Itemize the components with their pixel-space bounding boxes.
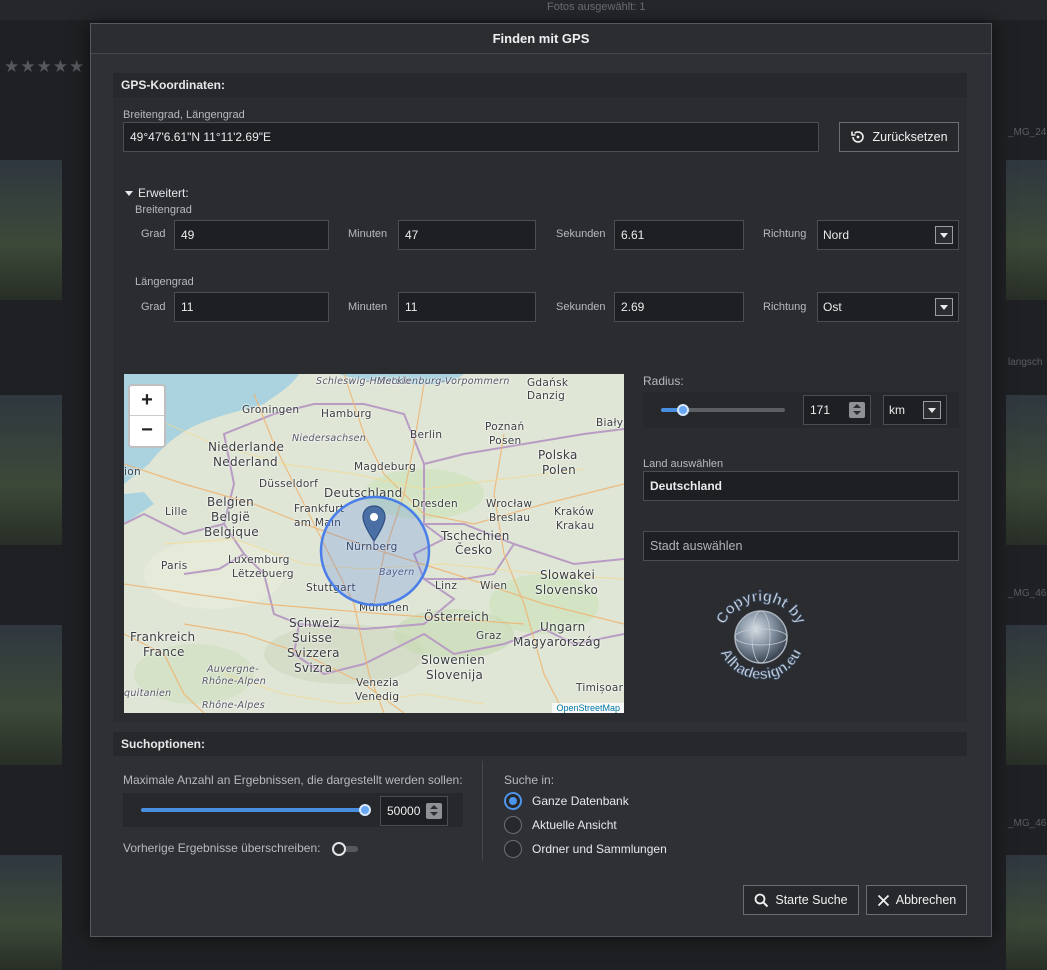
reset-button[interactable]: Zurücksetzen (839, 122, 959, 152)
overwrite-label: Vorherige Ergebnisse überschreiben: (123, 841, 321, 855)
copyright-seal: Copyright by Alhadesign.eu (713, 587, 810, 683)
thumbnail (0, 160, 62, 300)
coordinates-label: Breitengrad, Längengrad (123, 109, 245, 121)
chevron-down-icon (935, 226, 953, 244)
longitude-title: Längengrad (135, 276, 194, 288)
lon-degree-label: Grad (141, 301, 166, 313)
lat-degree-label: Grad (141, 228, 166, 240)
thumbnail (1006, 625, 1047, 765)
triangle-down-icon (125, 190, 133, 196)
lat-minutes-label: Minuten (348, 228, 388, 240)
country-label: Land auswählen (643, 458, 724, 470)
lon-direction-select[interactable]: Ost (817, 292, 959, 322)
lon-minutes-label: Minuten (348, 301, 388, 313)
radio-folders-collections-label[interactable]: Ordner und Sammlungen (532, 842, 667, 856)
stepper-icon[interactable] (426, 803, 442, 819)
zoom-in-button[interactable]: + (130, 386, 164, 416)
zoom-out-button[interactable]: − (130, 416, 164, 446)
close-icon (877, 894, 889, 906)
cancel-label: Abbrechen (895, 893, 957, 907)
thumbnail (1006, 160, 1047, 300)
radio-current-view-label[interactable]: Aktuelle Ansicht (532, 818, 617, 832)
lon-degree-input[interactable]: 11 (174, 292, 329, 322)
radius-value: 171 (810, 403, 831, 417)
lon-direction-label: Richtung (763, 301, 807, 313)
stepper-icon[interactable] (849, 402, 865, 418)
lat-seconds-label: Sekunden (556, 228, 606, 240)
divider (482, 761, 483, 861)
search-in-label: Suche in: (504, 773, 555, 787)
map-attribution[interactable]: OpenStreetMap (552, 703, 624, 713)
max-results-slider-handle[interactable] (359, 804, 371, 816)
overwrite-toggle[interactable] (332, 842, 358, 856)
thumbnail-label: _MG_46 (1008, 818, 1047, 829)
lat-direction-select[interactable]: Nord (817, 220, 959, 250)
country-select[interactable]: Deutschland (643, 471, 959, 501)
advanced-toggle[interactable]: Erweitert: (125, 186, 189, 200)
start-search-button[interactable]: Starte Suche (743, 885, 859, 915)
reset-label: Zurücksetzen (872, 130, 948, 144)
thumbnail-label: _MG_46 (1008, 588, 1047, 599)
radius-label: Radius: (643, 374, 684, 388)
lat-minutes-input[interactable]: 47 (398, 220, 536, 250)
chevron-down-icon (935, 298, 953, 316)
max-results-slider[interactable] (141, 804, 371, 816)
lon-minutes-input[interactable]: 11 (398, 292, 536, 322)
radius-unit-value: km (889, 403, 905, 417)
search-section-header: Suchoptionen: (113, 732, 967, 756)
max-results-slider-fill (141, 808, 365, 812)
reset-icon (851, 131, 865, 143)
advanced-label: Erweitert: (138, 186, 189, 200)
lat-direction-value: Nord (823, 228, 850, 242)
radio-whole-database[interactable] (504, 792, 522, 810)
max-results-label: Maximale Anzahl an Ergebnissen, die darg… (123, 773, 463, 787)
zoom-control: + − (128, 384, 166, 448)
radio-current-view[interactable] (504, 816, 522, 834)
coordinates-input[interactable]: 49°47'6.61"N 11°11'2.69"E (123, 122, 819, 152)
radius-input[interactable]: 171 (803, 395, 871, 425)
gps-search-dialog: Finden mit GPS GPS-Koordinaten: Breiteng… (90, 23, 992, 937)
thumbnail (0, 855, 62, 970)
thumbnail-label: _MG_24 (1008, 127, 1047, 138)
thumbnail (0, 625, 62, 765)
max-results-input[interactable]: 50000 (380, 796, 448, 826)
search-icon (754, 893, 769, 907)
dialog-title: Finden mit GPS (91, 24, 991, 54)
gps-section-header: GPS-Koordinaten: (113, 73, 967, 97)
thumbnail (1006, 395, 1047, 545)
map-view[interactable]: Schleswig-Holstein Mecklenburg-Vorpommer… (124, 374, 624, 713)
selection-status: Fotos ausgewählt: 1 (547, 1, 646, 13)
radius-unit-select[interactable]: km (883, 395, 947, 425)
location-pin-icon[interactable] (362, 505, 386, 543)
cancel-button[interactable]: Abbrechen (866, 885, 967, 915)
search-radius-overlay (319, 495, 431, 607)
thumbnail (1006, 855, 1047, 970)
lon-seconds-input[interactable]: 2.69 (614, 292, 744, 322)
rating-stars: ★★★★★ (4, 57, 86, 76)
lon-seconds-label: Sekunden (556, 301, 606, 313)
background-toolbar: Fotos ausgewählt: 1 (0, 0, 1047, 20)
max-results-value: 50000 (387, 804, 421, 818)
radius-slider[interactable] (661, 404, 785, 416)
lat-seconds-input[interactable]: 6.61 (614, 220, 744, 250)
thumbnail-label: langsch (1008, 357, 1043, 368)
lon-direction-value: Ost (823, 300, 842, 314)
radio-whole-database-label[interactable]: Ganze Datenbank (532, 794, 629, 808)
radio-folders-collections[interactable] (504, 840, 522, 858)
city-input[interactable]: Stadt auswählen (643, 531, 959, 561)
lat-degree-input[interactable]: 49 (174, 220, 329, 250)
thumbnail (0, 395, 62, 545)
start-search-label: Starte Suche (775, 893, 848, 907)
lat-direction-label: Richtung (763, 228, 807, 240)
chevron-down-icon (923, 401, 941, 419)
latitude-title: Breitengrad (135, 204, 192, 216)
